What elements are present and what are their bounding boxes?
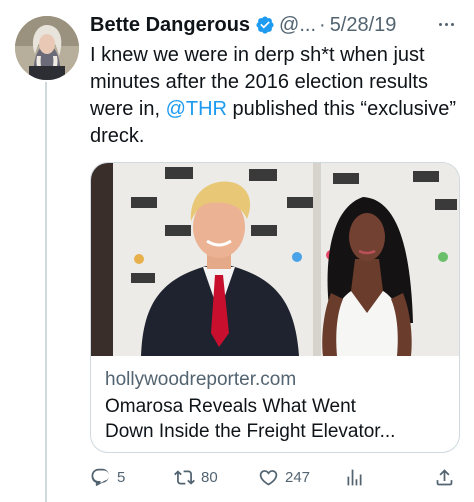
like-count: 247 (285, 468, 311, 486)
author-handle[interactable]: @... (279, 14, 316, 37)
tweet-actions: 5 80 247 (90, 465, 460, 489)
retweet-button[interactable]: 80 (174, 465, 218, 489)
link-card-title: Omarosa Reveals What Went Down Inside th… (105, 394, 445, 444)
link-card-title-line1: Omarosa Reveals What Went (105, 396, 356, 417)
like-icon (259, 469, 278, 486)
avatar-photo (15, 16, 79, 80)
verified-badge-icon (255, 15, 275, 35)
thread-line (45, 82, 47, 502)
retweet-icon (174, 469, 195, 485)
views-button[interactable] (344, 465, 365, 489)
share-button[interactable] (434, 465, 455, 489)
mention-link[interactable]: @THR (166, 98, 227, 120)
tweet-text: I knew we were in derp sh*t when just mi… (90, 42, 460, 150)
share-icon (436, 468, 453, 485)
link-card-domain: hollywoodreporter.com (105, 369, 297, 390)
reply-count: 5 (117, 468, 126, 486)
avatar[interactable] (15, 16, 79, 80)
tweet-header: Bette Dangerous @... · 5/28/19 (90, 10, 462, 40)
tweet-date[interactable]: 5/28/19 (330, 14, 397, 37)
separator-dot: · (319, 13, 326, 36)
link-card[interactable]: hollywoodreporter.com Omarosa Reveals Wh… (90, 162, 460, 453)
more-options-icon[interactable] (434, 14, 458, 34)
link-card-body: hollywoodreporter.com Omarosa Reveals Wh… (91, 356, 459, 444)
link-card-image (91, 163, 459, 356)
retweet-count: 80 (201, 468, 218, 486)
tweet[interactable]: Bette Dangerous @... · 5/28/19 I knew we… (90, 10, 462, 486)
reply-icon (91, 468, 109, 486)
author-name[interactable]: Bette Dangerous (90, 14, 250, 37)
like-button[interactable]: 247 (258, 465, 310, 489)
link-card-title-line2: Down Inside the Freight Elevator... (105, 421, 396, 442)
views-icon (347, 469, 362, 485)
reply-button[interactable]: 5 (90, 465, 125, 489)
